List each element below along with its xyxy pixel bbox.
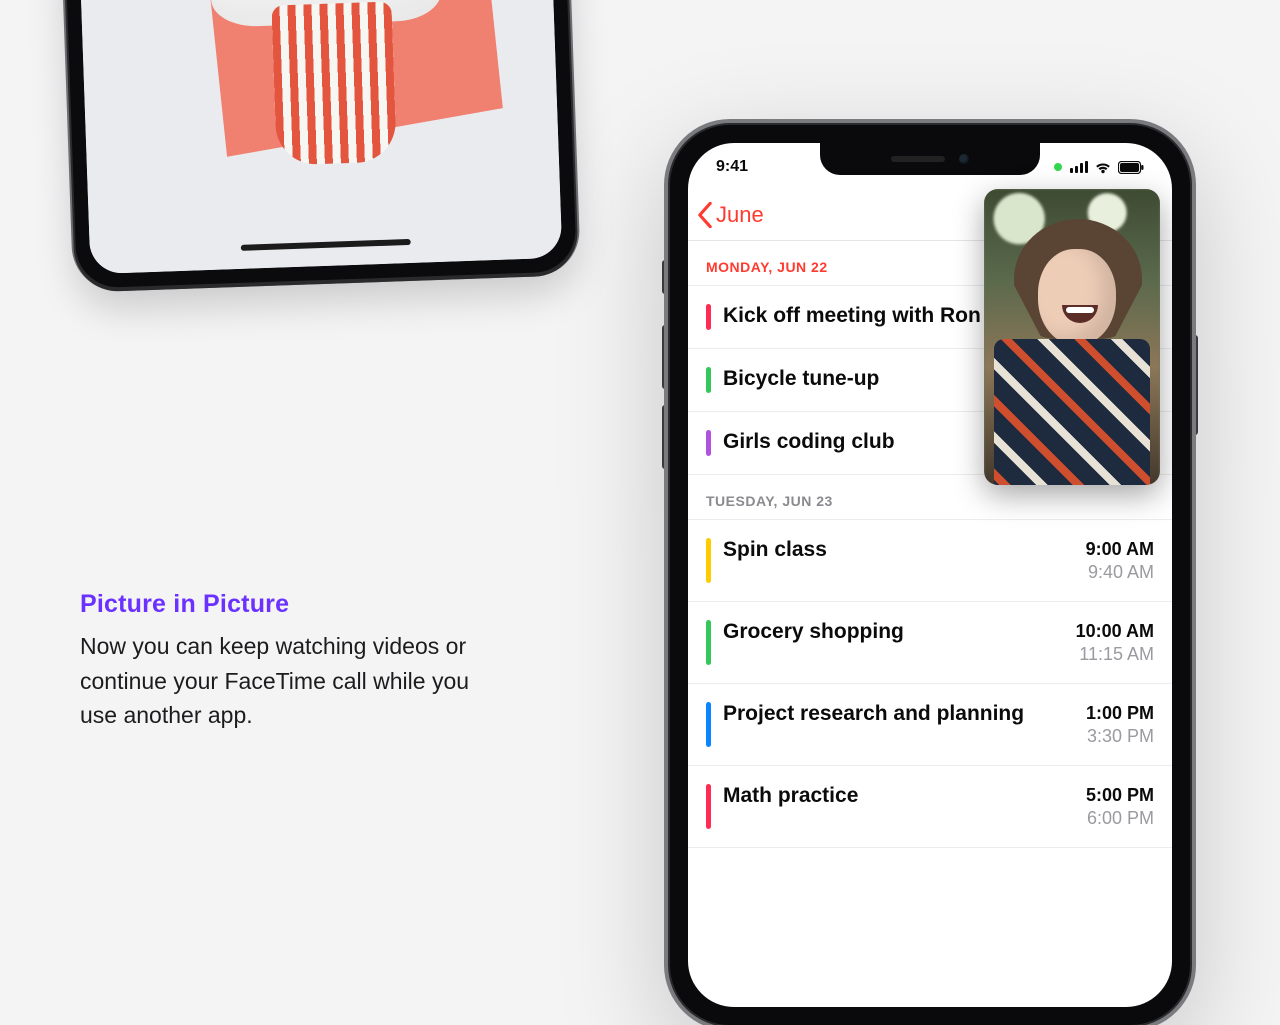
chevron-left-icon bbox=[696, 202, 714, 228]
event-color-stripe bbox=[706, 538, 711, 583]
back-label: June bbox=[716, 202, 764, 228]
phone-frame bbox=[63, 0, 577, 289]
pip-video-overlay[interactable] bbox=[984, 189, 1160, 485]
pip-person-face bbox=[1038, 249, 1116, 345]
feature-body: Now you can keep watching videos or cont… bbox=[80, 629, 500, 733]
calendar-event[interactable]: Project research and planning 1:00 PM3:30… bbox=[688, 684, 1172, 766]
status-time: 9:41 bbox=[716, 158, 748, 176]
event-times: 10:00 AM11:15 AM bbox=[1076, 620, 1154, 665]
calendar-event[interactable]: Spin class 9:00 AM9:40 AM bbox=[688, 520, 1172, 602]
cellular-icon bbox=[1070, 161, 1088, 173]
volume-down[interactable] bbox=[662, 405, 668, 469]
event-color-stripe bbox=[706, 784, 711, 829]
photo-content bbox=[78, 0, 563, 274]
person-figure bbox=[205, 0, 445, 118]
phone-frame: 9:41 June bbox=[670, 125, 1190, 1025]
event-title: Grocery shopping bbox=[723, 620, 1064, 644]
event-title: Spin class bbox=[723, 538, 1074, 562]
home-indicator[interactable] bbox=[241, 239, 411, 251]
event-color-stripe bbox=[706, 620, 711, 665]
calendar-event[interactable]: Math practice 5:00 PM6:00 PM bbox=[688, 766, 1172, 848]
event-color-stripe bbox=[706, 430, 711, 456]
calendar-event[interactable]: Grocery shopping 10:00 AM11:15 AM bbox=[688, 602, 1172, 684]
event-times: 1:00 PM3:30 PM bbox=[1086, 702, 1154, 747]
volume-up[interactable] bbox=[662, 325, 668, 389]
event-color-stripe bbox=[706, 304, 711, 330]
feature-text: Picture in Picture Now you can keep watc… bbox=[80, 590, 500, 733]
phone-screen bbox=[78, 0, 563, 274]
battery-icon bbox=[1118, 161, 1144, 174]
side-button[interactable] bbox=[1192, 335, 1198, 435]
pip-person-scarf bbox=[994, 339, 1150, 485]
event-color-stripe bbox=[706, 702, 711, 747]
event-times: 5:00 PM6:00 PM bbox=[1086, 784, 1154, 829]
wifi-icon bbox=[1094, 161, 1112, 174]
phone-screen: 9:41 June bbox=[688, 143, 1172, 1007]
feature-heading: Picture in Picture bbox=[80, 590, 500, 619]
phone-right: 9:41 June bbox=[670, 125, 1190, 1025]
back-button[interactable]: June bbox=[696, 202, 764, 228]
event-color-stripe bbox=[706, 367, 711, 393]
event-title: Project research and planning bbox=[723, 702, 1074, 726]
phone-top-left bbox=[63, 0, 577, 289]
camera-indicator-dot bbox=[1054, 163, 1062, 171]
mute-switch[interactable] bbox=[662, 260, 668, 294]
status-bar: 9:41 bbox=[688, 151, 1172, 183]
event-title: Math practice bbox=[723, 784, 1074, 808]
event-times: 9:00 AM9:40 AM bbox=[1086, 538, 1154, 583]
